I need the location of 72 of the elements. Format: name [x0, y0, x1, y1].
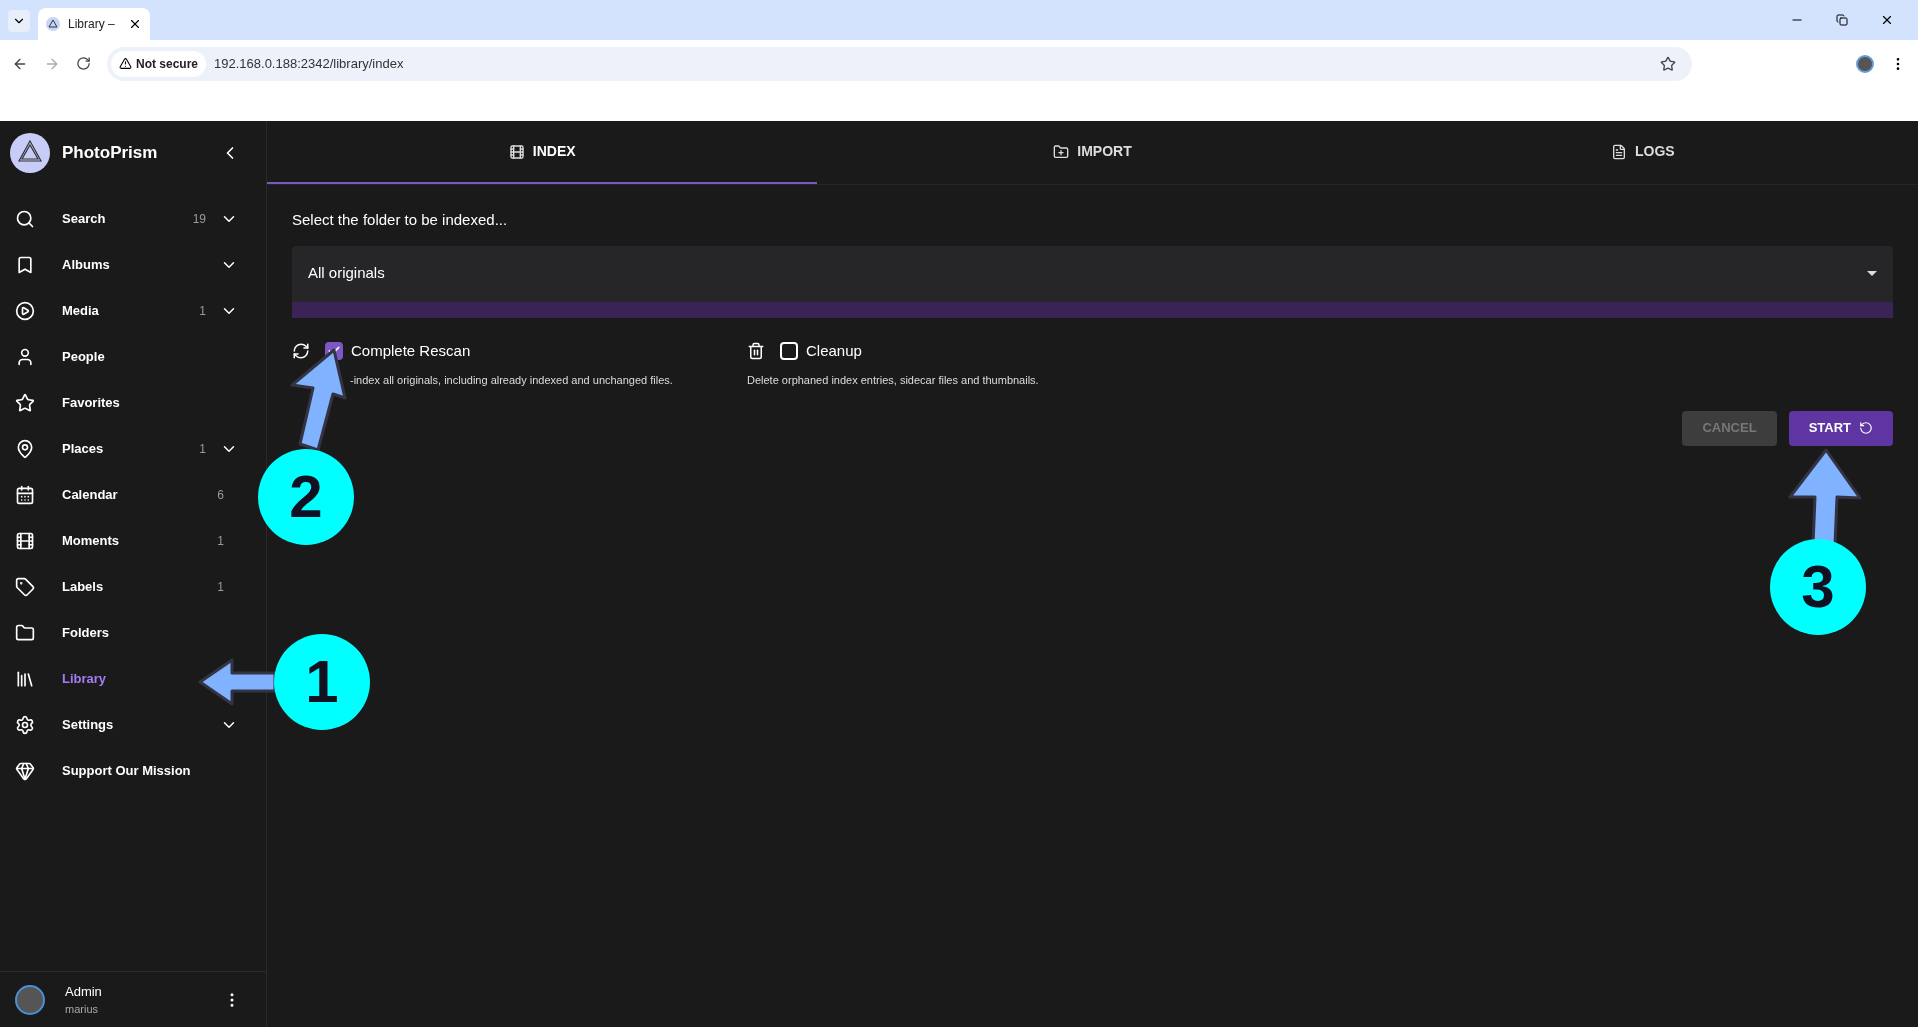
address-bar[interactable]: Not secure 192.168.0.188:2342/library/index: [107, 46, 1692, 81]
tab-icon: [1053, 143, 1070, 160]
security-chip[interactable]: Not secure: [111, 50, 207, 77]
prism-logo-icon: [46, 17, 60, 31]
nav-icon: [15, 439, 35, 459]
nav-item[interactable]: Albums: [0, 242, 252, 288]
option-icon: [747, 341, 765, 360]
option-description: -index all originals, including already indexed and unchanged files.: [350, 373, 674, 388]
count-label: 1: [199, 303, 206, 320]
dropdown-caret-icon: [1867, 271, 1877, 276]
tab-list-button[interactable]: [8, 10, 30, 32]
count-label: 1: [217, 579, 224, 596]
reload-icon[interactable]: [76, 56, 91, 71]
nav-icon: [15, 485, 35, 505]
option-label: Cleanup: [806, 340, 862, 361]
nav-icon: [15, 531, 35, 551]
step-number: 1: [274, 634, 370, 730]
url-text: 192.168.0.188:2342/library/index: [214, 54, 404, 73]
folder-select[interactable]: All originals: [292, 245, 1893, 318]
nav-item[interactable]: Search 19: [0, 196, 252, 242]
nav-item[interactable]: Labels 1: [0, 564, 252, 610]
nav-item[interactable]: Media 1: [0, 288, 252, 334]
restore-icon[interactable]: [1836, 14, 1848, 26]
nav-icon: [15, 669, 35, 689]
nav-icon: [15, 301, 35, 321]
close-icon[interactable]: [1880, 13, 1894, 27]
nav-icon: [15, 577, 35, 597]
warning-icon: [119, 57, 132, 70]
nav-icon: [15, 255, 35, 275]
nav-item[interactable]: Favorites: [0, 380, 136, 426]
tab-icon: [1611, 143, 1627, 160]
count-label: 1: [217, 533, 224, 550]
prism-logo-icon: [10, 133, 50, 173]
avatar-icon: [15, 984, 45, 1015]
nav-icon: [15, 761, 35, 781]
close-icon[interactable]: [128, 17, 142, 31]
tab[interactable]: INDEX: [267, 121, 818, 184]
nav-icon: [15, 347, 35, 367]
checkbox[interactable]: [780, 341, 798, 360]
nav-item[interactable]: People: [0, 334, 121, 380]
count-label: 19: [192, 211, 206, 228]
nav-item[interactable]: Moments 1: [0, 518, 252, 564]
bookmark-star-icon[interactable]: [1660, 55, 1676, 72]
nav-item[interactable]: Folders: [0, 610, 125, 656]
option-description: Delete orphaned index entries, sidecar files and thumbnails.: [747, 373, 1040, 388]
tab[interactable]: LOGS: [1367, 121, 1918, 184]
start-button[interactable]: START: [1788, 410, 1893, 446]
step-number: 3: [1770, 539, 1866, 635]
tab-icon: [508, 143, 525, 160]
nav-item[interactable]: Places 1: [0, 426, 252, 472]
folder-prompt: Select the folder to be indexed...: [292, 210, 509, 230]
nav-item[interactable]: Calendar 6: [0, 472, 252, 518]
option-icon: [292, 341, 310, 360]
step-number: 2: [258, 449, 354, 545]
nav-item[interactable]: Support Our Mission: [0, 748, 207, 794]
user-name: Admin: [65, 982, 102, 1001]
tab[interactable]: IMPORT: [817, 121, 1368, 184]
nav-icon: [15, 715, 35, 735]
count-label: 6: [217, 487, 224, 504]
profile-avatar[interactable]: [1856, 54, 1874, 73]
count-label: 1: [199, 441, 206, 458]
user-login: marius: [65, 1002, 99, 1017]
nav-icon: [15, 393, 35, 413]
browser-tab[interactable]: Library –: [38, 8, 150, 40]
tab-title: Library –: [68, 16, 115, 32]
nav-icon: [15, 623, 35, 643]
nav-item[interactable]: Settings: [0, 702, 252, 748]
brand-name: PhotoPrism: [62, 142, 158, 165]
nav-item[interactable]: Library: [0, 656, 123, 702]
option-label: Complete Rescan: [351, 340, 471, 361]
nav-icon: [15, 209, 35, 229]
restart-icon: [1859, 421, 1873, 435]
